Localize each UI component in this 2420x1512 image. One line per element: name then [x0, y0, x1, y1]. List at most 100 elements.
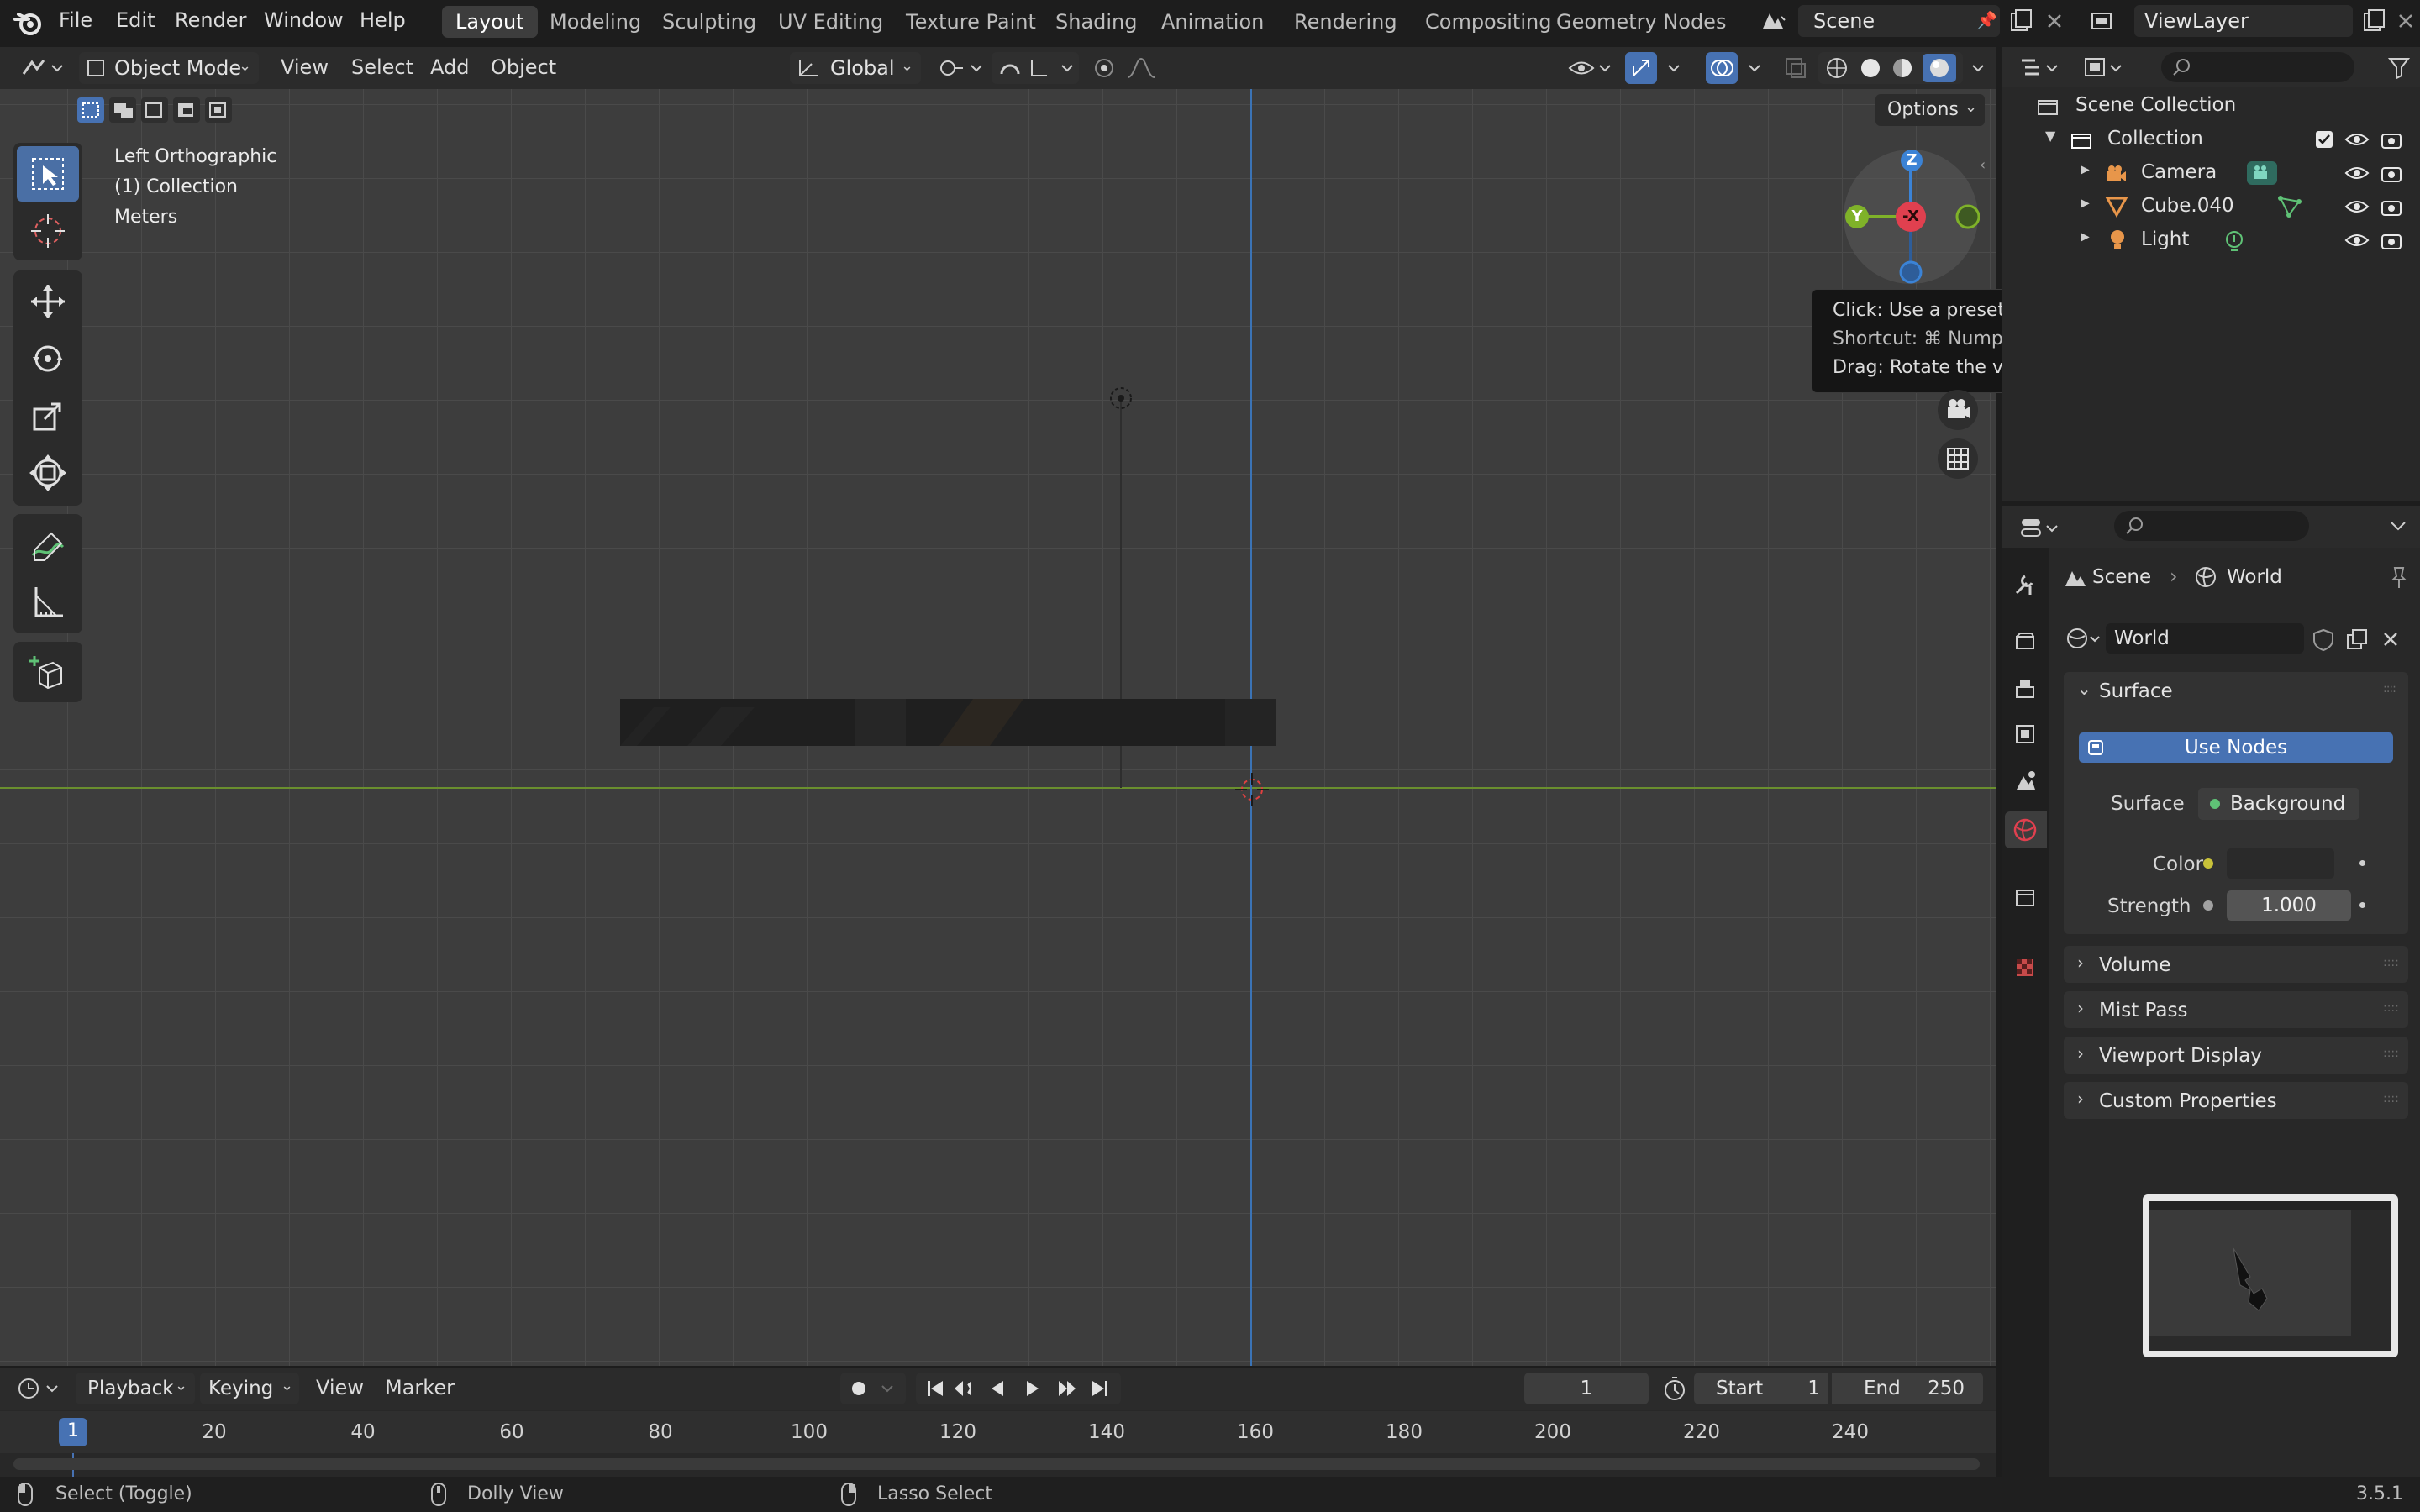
- timeline-menu-view[interactable]: View: [316, 1376, 364, 1399]
- properties-options-chevron-icon[interactable]: [2388, 516, 2408, 536]
- strength-field[interactable]: 1.000: [2198, 890, 2366, 921]
- tab-animation[interactable]: Animation: [1148, 6, 1277, 38]
- 3d-cursor-icon[interactable]: [1227, 764, 1277, 815]
- expand-arrow-icon[interactable]: ▼: [2045, 128, 2055, 144]
- annotate-tool-icon[interactable]: [17, 517, 79, 573]
- visibility-eye-icon[interactable]: [2344, 129, 2370, 150]
- options-button[interactable]: Options ⌄: [1876, 94, 1985, 126]
- menu-object[interactable]: Object: [491, 55, 556, 79]
- outliner-editor-icon[interactable]: [2018, 55, 2065, 81]
- mist-pass-panel[interactable]: › Mist Pass ::::: [2064, 991, 2408, 1028]
- drag-handle-icon[interactable]: ::::: [2383, 682, 2396, 696]
- proportional-editing-icon[interactable]: [1089, 52, 1176, 84]
- world-tab[interactable]: [2005, 811, 2047, 848]
- drag-handle-icon[interactable]: ::::: [2383, 1001, 2399, 1015]
- pivot-point-icon[interactable]: [934, 54, 988, 82]
- properties-search-input[interactable]: [2114, 511, 2309, 541]
- timeline-editor-icon[interactable]: [15, 1374, 66, 1403]
- tab-modeling[interactable]: Modeling: [536, 6, 655, 38]
- tab-uv-editing[interactable]: UV Editing: [765, 6, 897, 38]
- menu-edit[interactable]: Edit: [116, 8, 155, 32]
- color-swatch[interactable]: [2227, 848, 2334, 879]
- display-mode-icon[interactable]: [2082, 55, 2129, 81]
- filter-icon[interactable]: [2386, 55, 2412, 81]
- render-camera-icon[interactable]: [2380, 161, 2403, 185]
- selection-mode-buttons[interactable]: [76, 96, 235, 124]
- ortho-toggle-icon[interactable]: [1938, 438, 1978, 479]
- overlays-toggle-icon[interactable]: [1706, 52, 1738, 84]
- delete-view-layer-icon[interactable]: [2395, 8, 2417, 34]
- playback-controls[interactable]: [916, 1373, 1121, 1404]
- preview-range-stopwatch-icon[interactable]: [1660, 1374, 1689, 1403]
- use-nodes-button[interactable]: Use Nodes: [2079, 732, 2393, 763]
- world-browse-icon[interactable]: [2065, 623, 2102, 654]
- render-camera-icon[interactable]: [2380, 228, 2403, 252]
- scale-tool-icon[interactable]: [17, 388, 79, 444]
- new-world-icon[interactable]: [2344, 627, 2370, 652]
- tab-rendering[interactable]: Rendering: [1281, 6, 1411, 38]
- sidebar-toggle-icon[interactable]: ‹: [1980, 156, 1986, 174]
- transform-tool-icon[interactable]: [17, 445, 79, 501]
- keying-menu[interactable]: Keying ⌄: [200, 1373, 299, 1404]
- transform-orientation-dropdown[interactable]: Global ⌄: [790, 52, 921, 84]
- camera-data-icon[interactable]: [2245, 160, 2279, 186]
- auto-keying-button[interactable]: [840, 1373, 906, 1404]
- tool-tab-icon[interactable]: [2012, 571, 2039, 598]
- view-layer-icon[interactable]: [2087, 7, 2121, 37]
- screenshot-thumbnail[interactable]: [2143, 1194, 2398, 1357]
- gizmo-neg-x-axis[interactable]: -X: [1896, 202, 1926, 232]
- menu-window[interactable]: Window: [264, 8, 344, 32]
- outliner-item-light[interactable]: ▶ Light: [2002, 223, 2420, 257]
- start-frame-field[interactable]: Start 1: [1694, 1373, 1828, 1404]
- editor-type-icon[interactable]: [18, 54, 69, 82]
- tab-texture-paint[interactable]: Texture Paint: [892, 6, 1050, 38]
- properties-editor-icon[interactable]: [2018, 516, 2065, 541]
- output-tab-icon[interactable]: [2012, 675, 2039, 702]
- current-frame-field[interactable]: 1: [1524, 1373, 1649, 1404]
- volume-panel[interactable]: › Volume ::::: [2064, 946, 2408, 983]
- shading-modes[interactable]: [1818, 52, 1963, 84]
- cube-object[interactable]: [620, 699, 1276, 746]
- tab-sculpting[interactable]: Sculpting: [649, 6, 770, 38]
- expand-arrow-icon[interactable]: ▶: [2081, 230, 2090, 244]
- measure-tool-icon[interactable]: [17, 575, 79, 630]
- menu-view[interactable]: View: [281, 55, 329, 79]
- collection-checkbox[interactable]: [2316, 131, 2333, 148]
- expand-arrow-icon[interactable]: ▶: [2081, 163, 2090, 176]
- menu-file[interactable]: File: [59, 8, 92, 32]
- new-view-layer-icon[interactable]: [2361, 7, 2386, 35]
- outliner-search-input[interactable]: [2161, 52, 2354, 82]
- new-scene-icon[interactable]: [2008, 7, 2033, 35]
- cursor-tool-icon[interactable]: [17, 203, 79, 259]
- render-tab-icon[interactable]: [2012, 628, 2039, 655]
- surface-shader-selector[interactable]: Background: [2198, 788, 2360, 820]
- visibility-eye-icon[interactable]: [2344, 197, 2370, 217]
- timeline-scrollbar[interactable]: [13, 1458, 1980, 1470]
- delete-scene-icon[interactable]: [2044, 8, 2065, 34]
- mesh-data-icon[interactable]: [2277, 195, 2302, 218]
- view-layer-tab-icon[interactable]: [2012, 721, 2039, 748]
- viewport-display-panel[interactable]: › Viewport Display ::::: [2064, 1037, 2408, 1074]
- drag-handle-icon[interactable]: ::::: [2383, 956, 2399, 969]
- outliner-scene-collection[interactable]: Scene Collection: [2002, 89, 2420, 123]
- visibility-dropdown-icon[interactable]: [1566, 54, 1617, 82]
- breadcrumb-world[interactable]: World: [2227, 566, 2282, 588]
- drag-handle-icon[interactable]: ::::: [2383, 1047, 2399, 1060]
- visibility-eye-icon[interactable]: [2344, 230, 2370, 250]
- expand-arrow-icon[interactable]: ▶: [2081, 197, 2090, 210]
- select-box-tool-icon[interactable]: [17, 146, 79, 202]
- world-name-field[interactable]: World: [2106, 623, 2304, 654]
- texture-tab-icon[interactable]: [2012, 954, 2039, 981]
- drag-handle-icon[interactable]: ::::: [2383, 1092, 2399, 1105]
- snapping-group[interactable]: [992, 52, 1079, 84]
- color-socket-icon[interactable]: [2203, 858, 2213, 869]
- playback-menu[interactable]: Playback ⌄: [76, 1373, 195, 1404]
- breadcrumb-scene[interactable]: Scene: [2092, 566, 2151, 588]
- render-camera-icon[interactable]: [2380, 128, 2403, 151]
- menu-add[interactable]: Add: [430, 55, 469, 79]
- overlays-dropdown-icon[interactable]: [1743, 54, 1768, 82]
- light-object-icon[interactable]: [1097, 380, 1144, 427]
- menu-render[interactable]: Render: [175, 8, 246, 32]
- outliner-collection[interactable]: ▼ Collection: [2002, 123, 2420, 156]
- xray-toggle-icon[interactable]: [1781, 54, 1810, 82]
